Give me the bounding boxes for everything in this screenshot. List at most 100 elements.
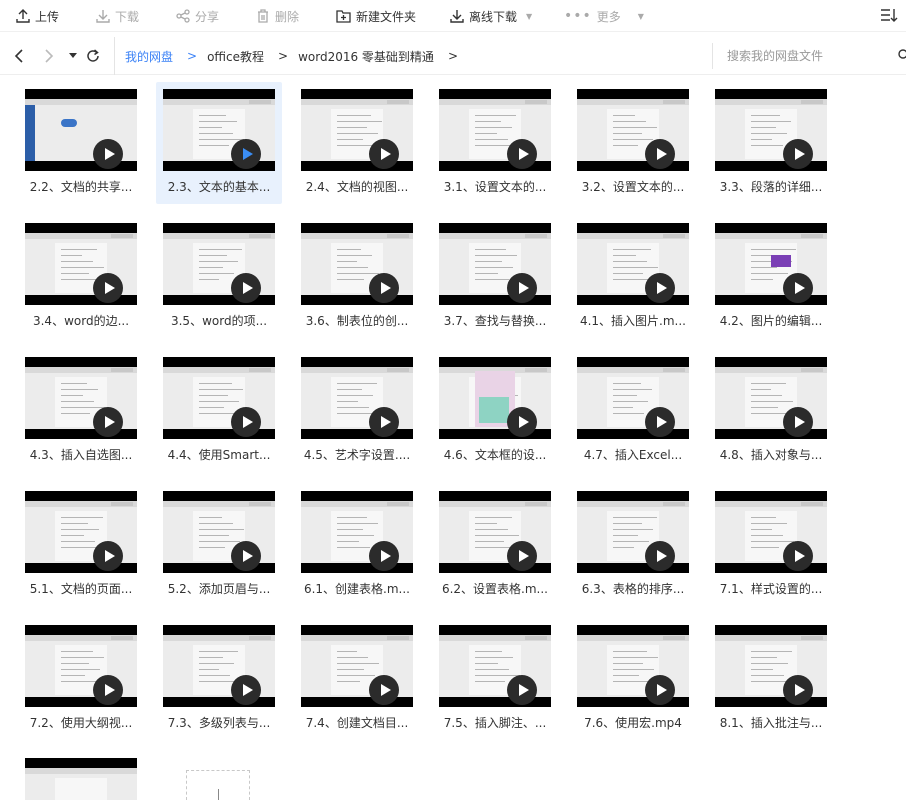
file-tile[interactable]: 2.4、文档的视图...	[294, 82, 420, 204]
file-tile[interactable]: 4.5、艺术字设置....	[294, 350, 420, 472]
file-name: 6.1、创建表格.m...	[303, 582, 411, 596]
back-button[interactable]	[10, 46, 28, 66]
play-icon[interactable]	[93, 139, 123, 169]
file-tile[interactable]: 3.2、设置文本的...	[570, 82, 696, 204]
play-icon[interactable]	[93, 541, 123, 571]
play-icon[interactable]	[231, 139, 261, 169]
play-icon[interactable]	[783, 407, 813, 437]
breadcrumb-root[interactable]: 我的网盘	[125, 48, 173, 65]
history-dropdown[interactable]	[64, 46, 82, 66]
play-icon[interactable]	[93, 273, 123, 303]
file-tile[interactable]: 8.1、插入批注与...	[708, 618, 834, 740]
file-tile[interactable]: 4.6、文本框的设...	[432, 350, 558, 472]
new-folder-button[interactable]: 新建文件夹	[336, 0, 416, 32]
play-icon[interactable]	[231, 541, 261, 571]
play-icon[interactable]	[93, 675, 123, 705]
file-tile[interactable]: 4.7、插入Excel...	[570, 350, 696, 472]
breadcrumb-office[interactable]: office教程	[207, 48, 264, 65]
file-tile[interactable]: 2.3、文本的基本...	[156, 82, 282, 204]
file-name: 7.2、使用大纲视...	[29, 716, 133, 730]
download-button[interactable]: 下载	[96, 0, 139, 32]
file-tile[interactable]: 4.1、插入图片.m...	[570, 216, 696, 338]
more-button[interactable]: ••• 更多 ▼	[564, 0, 644, 32]
play-icon[interactable]	[507, 273, 537, 303]
video-thumbnail	[301, 491, 413, 573]
play-icon[interactable]	[369, 407, 399, 437]
play-icon[interactable]	[369, 273, 399, 303]
forward-button[interactable]	[40, 46, 58, 66]
file-tile[interactable]: 4.8、插入对象与...	[708, 350, 834, 472]
video-thumbnail	[25, 625, 137, 707]
file-tile[interactable]: 3.6、制表位的创...	[294, 216, 420, 338]
file-name: 3.5、word的项...	[170, 314, 268, 328]
file-tile[interactable]: 3.3、段落的详细...	[708, 82, 834, 204]
upload-button[interactable]: 上传	[16, 0, 59, 32]
share-label: 分享	[195, 9, 220, 24]
file-tile[interactable]: 7.2、使用大纲视...	[18, 618, 144, 740]
play-icon[interactable]	[507, 407, 537, 437]
video-thumbnail	[25, 89, 137, 171]
play-icon[interactable]	[783, 139, 813, 169]
breadcrumb-separator: >	[278, 49, 289, 63]
file-tile[interactable]: 6.1、创建表格.m...	[294, 484, 420, 606]
upload-placeholder[interactable]	[186, 770, 250, 800]
play-icon[interactable]	[507, 675, 537, 705]
breadcrumb-word2016[interactable]: word2016 零基础到精通	[298, 48, 434, 65]
play-icon[interactable]	[783, 541, 813, 571]
delete-button[interactable]: 删除	[256, 0, 299, 32]
video-thumbnail	[715, 223, 827, 305]
play-icon[interactable]	[93, 407, 123, 437]
play-icon[interactable]	[369, 139, 399, 169]
file-tile[interactable]: 7.6、使用宏.mp4	[570, 618, 696, 740]
more-label: 更多	[596, 9, 621, 24]
file-tile[interactable]: 2.2、文档的共享...	[18, 82, 144, 204]
file-tile[interactable]: 7.4、创建文档目...	[294, 618, 420, 740]
share-button[interactable]: 分享	[176, 0, 219, 32]
play-icon[interactable]	[231, 273, 261, 303]
breadcrumb-separator[interactable]: >	[448, 49, 458, 63]
file-tile[interactable]: 3.5、word的项...	[156, 216, 282, 338]
file-tile[interactable]: 6.2、设置表格.m...	[432, 484, 558, 606]
file-name: 3.1、设置文本的...	[443, 180, 547, 194]
refresh-button[interactable]	[84, 46, 102, 66]
play-icon[interactable]	[645, 273, 675, 303]
file-tile[interactable]: 3.7、查找与替换...	[432, 216, 558, 338]
play-icon[interactable]	[645, 139, 675, 169]
file-tile[interactable]: 3.4、word的边...	[18, 216, 144, 338]
search-input[interactable]	[727, 49, 887, 63]
file-tile[interactable]: 4.4、使用Smart...	[156, 350, 282, 472]
file-tile[interactable]: 6.3、表格的排序...	[570, 484, 696, 606]
play-icon[interactable]	[369, 541, 399, 571]
breadcrumb-separator: >	[187, 49, 198, 63]
play-icon[interactable]	[231, 407, 261, 437]
share-icon	[176, 9, 190, 23]
chevron-down-icon[interactable]: ▼	[526, 12, 532, 21]
video-thumbnail-partial[interactable]	[25, 758, 137, 800]
file-name: 4.2、图片的编辑...	[719, 314, 823, 328]
video-thumbnail	[577, 223, 689, 305]
play-icon[interactable]	[783, 273, 813, 303]
play-icon[interactable]	[369, 675, 399, 705]
play-icon[interactable]	[645, 541, 675, 571]
play-icon[interactable]	[645, 675, 675, 705]
play-icon[interactable]	[231, 675, 261, 705]
file-name: 5.2、添加页眉与...	[167, 582, 271, 596]
file-tile[interactable]: 4.3、插入自选图...	[18, 350, 144, 472]
file-tile[interactable]: 7.5、插入脚注、...	[432, 618, 558, 740]
file-name: 3.2、设置文本的...	[581, 180, 685, 194]
file-tile[interactable]: 7.1、样式设置的...	[708, 484, 834, 606]
play-icon[interactable]	[645, 407, 675, 437]
file-tile[interactable]: 7.3、多级列表与...	[156, 618, 282, 740]
file-tile[interactable]: 4.2、图片的编辑...	[708, 216, 834, 338]
play-icon[interactable]	[783, 675, 813, 705]
search-icon[interactable]	[898, 49, 906, 61]
play-icon[interactable]	[507, 139, 537, 169]
play-icon[interactable]	[507, 541, 537, 571]
file-tile[interactable]: 5.1、文档的页面...	[18, 484, 144, 606]
file-tile[interactable]: 5.2、添加页眉与...	[156, 484, 282, 606]
file-tile[interactable]: 3.1、设置文本的...	[432, 82, 558, 204]
file-name: 2.4、文档的视图...	[305, 180, 409, 194]
offline-download-icon	[450, 10, 464, 23]
offline-download-button[interactable]: 离线下载 ▼	[450, 0, 532, 32]
sort-button[interactable]	[880, 7, 898, 26]
